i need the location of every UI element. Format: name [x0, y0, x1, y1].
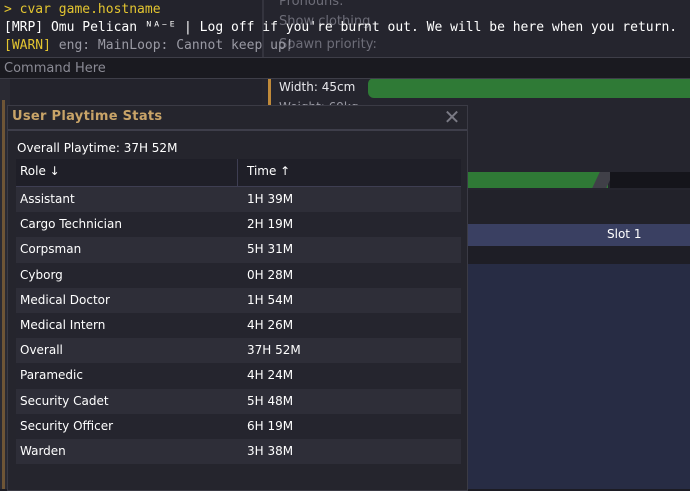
- role-cell: Security Cadet: [20, 393, 109, 408]
- role-column-header[interactable]: Role ↓: [20, 164, 60, 178]
- console-line-command: > cvar game.hostname: [4, 2, 161, 17]
- slot-tab[interactable]: [462, 224, 690, 246]
- progress-bar-fill: [462, 172, 608, 188]
- width-label: Width: 45cm: [279, 80, 356, 94]
- table-row: Medical Doctor 1H 54M: [16, 287, 461, 313]
- time-column-header[interactable]: Time ↑: [247, 164, 290, 178]
- table-row: Corpsman 5H 31M: [16, 237, 461, 263]
- time-cell: 5H 48M: [247, 393, 294, 408]
- width-slider[interactable]: [368, 78, 690, 98]
- column-separator: [237, 159, 238, 186]
- role-cell: Assistant: [20, 192, 75, 206]
- command-input[interactable]: [4, 59, 684, 77]
- role-cell: Cyborg: [20, 267, 63, 282]
- table-body: Assistant 1H 39M Cargo Technician 2H 19M Cor…: [16, 187, 461, 465]
- accent-bar: [268, 78, 271, 108]
- preview-area: [462, 264, 690, 489]
- playtime-stats-window: User Playtime Stats ✕ Overall Playtime: …: [7, 105, 468, 491]
- time-cell: 2H 19M: [247, 217, 294, 232]
- playtime-table: Role ↓ Time ↑ Assistant 1H 39M Cargo Techn…: [16, 159, 461, 465]
- debug-console: > cvar game.hostname [MRP] Omu Pelican ᴺ…: [0, 0, 690, 57]
- accent-bar-left: [2, 100, 5, 489]
- table-row: Security Officer 6H 19M: [16, 413, 461, 439]
- time-cell: 4H 26M: [247, 317, 294, 332]
- time-cell: 5H 31M: [247, 242, 294, 257]
- window-title: User Playtime Stats: [12, 109, 163, 124]
- time-cell: 1H 54M: [247, 292, 294, 307]
- table-row: Paramedic 4H 24M: [16, 363, 461, 389]
- role-cell: Security Officer: [20, 418, 114, 433]
- time-cell: 0H 28M: [247, 267, 294, 282]
- warning-text: eng: MainLoop: Cannot keep up!: [58, 38, 294, 53]
- table-row: Assistant 1H 39M: [16, 187, 461, 213]
- console-line-motd: [MRP] Omu Pelican ᴺᴬ⁻ᴱ | Log off if you'…: [4, 20, 678, 35]
- time-cell: 1H 39M: [247, 192, 294, 206]
- role-cell: Cargo Technician: [20, 217, 122, 232]
- title-divider: [8, 129, 467, 131]
- role-cell: Overall: [20, 343, 63, 358]
- overall-playtime: Overall Playtime: 37H 52M: [17, 141, 178, 155]
- command-bar: [0, 57, 690, 79]
- role-cell: Medical Intern: [20, 317, 106, 332]
- window-titlebar[interactable]: User Playtime Stats ✕: [8, 106, 467, 129]
- role-cell: Paramedic: [20, 368, 83, 383]
- table-row: Medical Intern 4H 26M: [16, 312, 461, 339]
- slot-tab-label: Slot 1: [607, 227, 642, 241]
- console-line-warning: [WARN] eng: MainLoop: Cannot keep up!: [4, 38, 294, 53]
- role-cell: Corpsman: [20, 242, 82, 257]
- right-separator: [462, 246, 690, 264]
- table-row: Cargo Technician 2H 19M: [16, 212, 461, 238]
- table-header: Role ↓ Time ↑: [16, 159, 461, 187]
- time-cell: 4H 24M: [247, 368, 294, 383]
- time-cell: 3H 38M: [247, 443, 294, 458]
- time-cell: 37H 52M: [247, 343, 301, 358]
- progress-bar-track: [610, 172, 690, 188]
- time-cell: 6H 19M: [247, 418, 294, 433]
- close-icon[interactable]: ✕: [441, 106, 463, 128]
- table-row: Cyborg 0H 28M: [16, 262, 461, 288]
- role-cell: Warden: [20, 443, 66, 458]
- warn-tag: [WARN]: [4, 38, 51, 53]
- right-block: [462, 190, 690, 224]
- table-row: Warden 3H 38M: [16, 438, 461, 465]
- table-row: Overall 37H 52M: [16, 338, 461, 364]
- table-row: Security Cadet 5H 48M: [16, 388, 461, 414]
- role-cell: Medical Doctor: [20, 292, 110, 307]
